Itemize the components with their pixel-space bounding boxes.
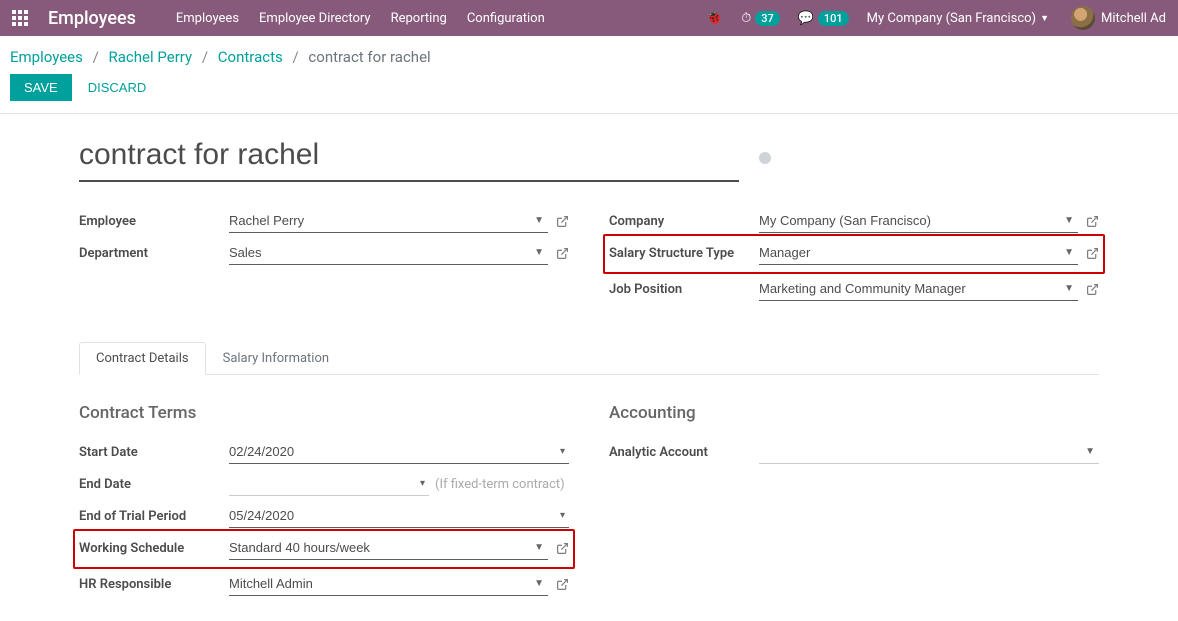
input-employee[interactable] (229, 211, 530, 230)
input-department[interactable] (229, 243, 530, 262)
chevron-down-icon[interactable]: ▼ (1060, 247, 1078, 258)
input-start-date[interactable] (229, 442, 556, 461)
chevron-down-icon[interactable]: ▾ (416, 478, 429, 489)
breadcrumb-current: contract for rachel (308, 48, 430, 66)
breadcrumb-contracts[interactable]: Contracts (218, 48, 283, 66)
field-working-schedule[interactable]: ▼ (229, 536, 548, 560)
field-salary-structure[interactable]: ▼ (759, 241, 1078, 265)
field-department[interactable]: ▼ (229, 241, 548, 265)
tab-salary-information[interactable]: Salary Information (206, 342, 346, 375)
label-start-date: Start Date (79, 445, 229, 460)
external-link-icon[interactable] (556, 215, 569, 228)
label-salary-structure: Salary Structure Type (609, 246, 759, 261)
input-company[interactable] (759, 211, 1060, 230)
chevron-down-icon[interactable]: ▼ (530, 578, 548, 589)
chevron-down-icon: ▼ (1040, 13, 1049, 24)
field-analytic-account[interactable]: ▼ (759, 440, 1099, 464)
chevron-down-icon[interactable]: ▼ (1060, 283, 1078, 294)
status-dot[interactable] (759, 152, 771, 164)
chevron-down-icon[interactable]: ▼ (530, 247, 548, 258)
highlight-salary-structure: Salary Structure Type ▼ (603, 234, 1105, 274)
label-employee: Employee (79, 214, 229, 229)
tab-contract-details[interactable]: Contract Details (79, 342, 206, 375)
chat-icon: 💬 (798, 11, 814, 26)
form-left-col: Employee ▼ Department ▼ (79, 206, 569, 306)
field-end-date[interactable]: ▾ (229, 472, 429, 496)
chat-badge[interactable]: 💬 101 (798, 11, 849, 26)
external-link-icon[interactable] (1086, 215, 1099, 228)
chevron-down-icon[interactable]: ▼ (530, 215, 548, 226)
label-department: Department (79, 246, 229, 261)
chevron-down-icon[interactable]: ▾ (556, 446, 569, 457)
input-end-date[interactable] (229, 474, 416, 493)
label-end-date: End Date (79, 477, 229, 492)
clock-badge[interactable]: ⏱ 37 (741, 11, 780, 26)
field-job-position[interactable]: ▼ (759, 277, 1078, 301)
discard-button[interactable]: DISCARD (88, 80, 147, 95)
debug-icon[interactable]: 🐞 (706, 10, 723, 26)
label-job-position: Job Position (609, 282, 759, 297)
label-end-trial: End of Trial Period (79, 509, 229, 524)
external-link-icon[interactable] (1086, 283, 1099, 296)
topbar-right: 🐞 ⏱ 37 💬 101 My Company (San Francisco) … (706, 6, 1166, 30)
field-company[interactable]: ▼ (759, 209, 1078, 233)
form-sheet: Employee ▼ Department ▼ Company (49, 114, 1129, 621)
clock-icon: ⏱ (741, 11, 751, 26)
apps-icon[interactable] (12, 10, 28, 26)
user-name: Mitchell Ad (1101, 11, 1166, 26)
external-link-icon[interactable] (556, 578, 569, 591)
avatar (1071, 6, 1095, 30)
input-analytic-account[interactable] (759, 442, 1081, 461)
input-job-position[interactable] (759, 279, 1060, 298)
heading-contract-terms: Contract Terms (79, 403, 569, 423)
breadcrumb: Employees / Rachel Perry / Contracts / c… (0, 36, 1178, 74)
field-start-date[interactable]: ▾ (229, 440, 569, 464)
input-end-trial[interactable] (229, 506, 556, 525)
user-menu[interactable]: Mitchell Ad (1067, 6, 1166, 30)
clock-count: 37 (755, 11, 780, 26)
chat-count: 101 (818, 11, 849, 26)
input-working-schedule[interactable] (229, 538, 530, 557)
nav-directory[interactable]: Employee Directory (259, 11, 371, 26)
section-accounting: Accounting Analytic Account ▼ (609, 403, 1099, 601)
company-name: My Company (San Francisco) (867, 11, 1036, 26)
topbar: Employees Employees Employee Directory R… (0, 0, 1178, 36)
nav-configuration[interactable]: Configuration (467, 11, 545, 26)
record-title-input[interactable] (79, 134, 739, 182)
nav-reporting[interactable]: Reporting (391, 11, 447, 26)
external-link-icon[interactable] (556, 542, 569, 555)
breadcrumb-rachel[interactable]: Rachel Perry (109, 48, 193, 66)
breadcrumb-employees[interactable]: Employees (10, 48, 83, 66)
external-link-icon[interactable] (1086, 247, 1099, 260)
input-salary-structure[interactable] (759, 243, 1060, 262)
section-contract-terms: Contract Terms Start Date ▾ End Date ▾ (… (79, 403, 569, 601)
highlight-working-schedule: Working Schedule ▼ (73, 529, 575, 569)
nav-links: Employees Employee Directory Reporting C… (176, 11, 545, 26)
external-link-icon[interactable] (556, 247, 569, 260)
app-title: Employees (48, 8, 136, 29)
end-date-hint: (If fixed-term contract) (435, 477, 565, 492)
tabs: Contract Details Salary Information (79, 342, 1099, 375)
chevron-down-icon[interactable]: ▾ (556, 510, 569, 521)
field-employee[interactable]: ▼ (229, 209, 548, 233)
chevron-down-icon[interactable]: ▼ (530, 542, 548, 553)
chevron-down-icon[interactable]: ▼ (1081, 446, 1099, 457)
company-selector[interactable]: My Company (San Francisco) ▼ (867, 11, 1049, 26)
field-hr-responsible[interactable]: ▼ (229, 572, 548, 596)
action-bar: SAVE DISCARD (0, 74, 1178, 113)
nav-employees[interactable]: Employees (176, 11, 239, 26)
label-hr-responsible: HR Responsible (79, 577, 229, 592)
label-working-schedule: Working Schedule (79, 541, 229, 556)
field-end-trial[interactable]: ▾ (229, 504, 569, 528)
label-company: Company (609, 214, 759, 229)
form-right-col: Company ▼ Salary Structure Type ▼ (609, 206, 1099, 306)
input-hr-responsible[interactable] (229, 574, 530, 593)
label-analytic-account: Analytic Account (609, 445, 759, 460)
chevron-down-icon[interactable]: ▼ (1060, 215, 1078, 226)
heading-accounting: Accounting (609, 403, 1099, 423)
save-button[interactable]: SAVE (10, 74, 72, 101)
